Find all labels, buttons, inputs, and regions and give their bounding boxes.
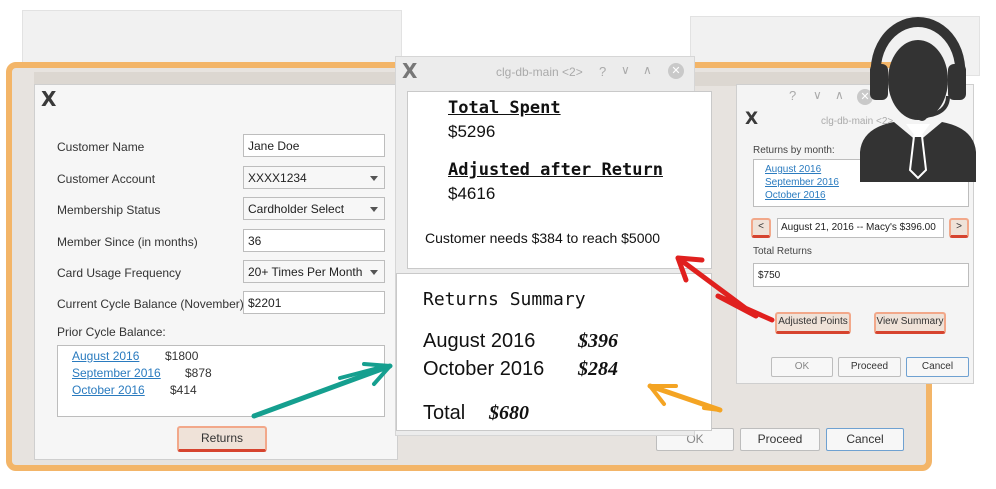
red-arrow <box>675 255 775 323</box>
teal-arrow <box>251 363 393 419</box>
annotation-arrows <box>251 255 775 419</box>
